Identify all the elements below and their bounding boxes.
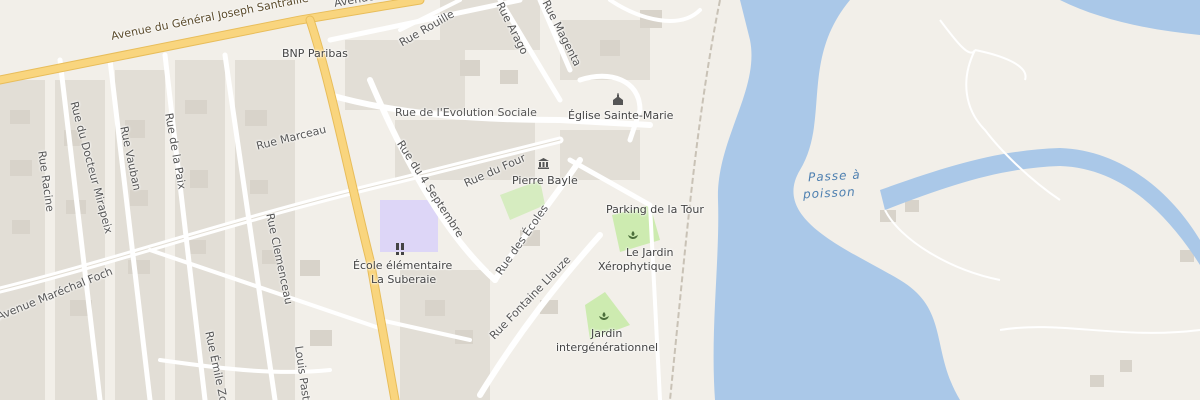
school-area: [380, 200, 438, 252]
poi-label-jardin-xero-line2[interactable]: Xérophytique: [598, 260, 671, 273]
water-label-passe-line2: poisson: [802, 184, 857, 202]
poi-label-jardin-xero-line1[interactable]: Le Jardin: [626, 246, 674, 259]
poi-label-bnp-paribas[interactable]: BNP Paribas: [282, 47, 348, 60]
church-icon[interactable]: [612, 93, 626, 107]
garden-icon[interactable]: [598, 310, 612, 324]
poi-label-ecole-line1[interactable]: École élémentaire: [353, 259, 452, 272]
poi-label-eglise-sainte-marie[interactable]: Église Sainte-Marie: [568, 109, 673, 122]
poi-label-ecole-line2[interactable]: La Suberaie: [371, 273, 436, 286]
street-label-rue-evolution: Rue de l'Evolution Sociale: [395, 106, 537, 119]
poi-label-jardin-inter-line2[interactable]: intergénérationnel: [556, 341, 658, 354]
poi-label-jardin-inter-line1[interactable]: Jardin: [591, 327, 622, 340]
poi-label-parking-de-la-tour[interactable]: Parking de la Tour: [606, 203, 704, 216]
map-view[interactable]: Avenue du Général Joseph Santraille Aven…: [0, 0, 1200, 400]
museum-icon[interactable]: [538, 158, 552, 172]
poi-label-pierre-bayle[interactable]: Pierre Bayle: [512, 174, 578, 187]
map-base-layer: [0, 0, 1200, 400]
school-icon[interactable]: [395, 243, 409, 257]
water-label-passe-line1: Passe à: [807, 167, 861, 185]
garden-icon[interactable]: [627, 229, 641, 243]
